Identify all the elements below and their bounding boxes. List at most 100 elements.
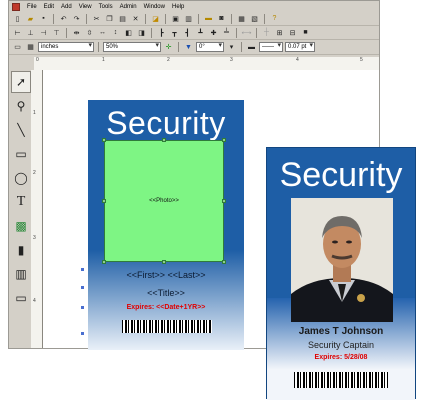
ruler-label: 4 — [296, 57, 299, 63]
crosshair-icon[interactable]: ✛ — [163, 42, 174, 52]
resize-handle[interactable] — [102, 138, 106, 142]
resize-handle[interactable] — [102, 199, 106, 203]
nudge-up-icon[interactable]: ┳ — [169, 28, 180, 38]
resize-handle[interactable] — [222, 260, 226, 264]
center-h-icon[interactable]: ╧ — [221, 28, 232, 38]
undo-icon[interactable]: ↶ — [58, 14, 69, 24]
fill-color-icon[interactable]: ▾ — [226, 42, 237, 52]
rotation-select[interactable]: 0° — [196, 42, 224, 52]
app-icon — [12, 2, 20, 11]
new-icon[interactable]: ▯ — [12, 14, 23, 24]
menu-edit[interactable]: Edit — [44, 4, 54, 10]
open-icon[interactable]: ▰ — [25, 14, 36, 24]
rotate-icon[interactable]: ▼ — [183, 42, 194, 52]
barcode[interactable] — [122, 320, 212, 333]
save-icon[interactable]: ▪ — [38, 14, 49, 24]
snap-icon[interactable]: ┼ — [261, 28, 272, 38]
cut-icon[interactable]: ✂ — [91, 14, 102, 24]
camera-icon[interactable]: ◙ — [216, 14, 227, 24]
line-icon[interactable]: ╲ — [11, 119, 31, 141]
image-icon[interactable]: ▩ — [11, 215, 31, 237]
magstripe-icon[interactable]: ▭ — [11, 287, 31, 309]
menu-help[interactable]: Help — [172, 4, 184, 10]
nudge-right-icon[interactable]: ┫ — [182, 28, 193, 38]
menu-view[interactable]: View — [79, 4, 92, 10]
toolbar-separator — [151, 27, 152, 38]
align-center-icon[interactable]: ⊥ — [25, 28, 36, 38]
align-right-icon[interactable]: ⊣ — [38, 28, 49, 38]
resize-handle[interactable] — [162, 138, 166, 142]
barcode-icon[interactable]: ▮ — [11, 239, 31, 261]
menu-add[interactable]: Add — [61, 4, 72, 10]
properties-icon[interactable]: ◪ — [150, 14, 161, 24]
resize-handle[interactable] — [102, 260, 106, 264]
title-field[interactable]: <<Title>> — [88, 288, 244, 298]
format-toolbar: ▭ ▦ inches 50% ✛ ▼ 0° ▾ ▬ —— 0.07 pt — [9, 40, 379, 55]
ruler-label: 1 — [33, 110, 36, 116]
toolbar-separator — [264, 13, 265, 24]
copy-icon[interactable]: ❐ — [104, 14, 115, 24]
line-color-icon[interactable]: ▬ — [246, 42, 257, 52]
print-preview-icon[interactable]: ▣ — [170, 14, 181, 24]
resize-handle[interactable] — [222, 199, 226, 203]
center-cross-icon[interactable]: ✚ — [208, 28, 219, 38]
same-height-icon[interactable]: ↕ — [110, 28, 121, 38]
menu-tools[interactable]: Tools — [99, 4, 113, 10]
database-icon[interactable]: ▬ — [203, 14, 214, 24]
bring-front-icon[interactable]: ◧ — [123, 28, 134, 38]
name-field[interactable]: <<First>> <<Last>> — [88, 270, 244, 280]
nudge-down-icon[interactable]: ┻ — [195, 28, 206, 38]
redo-icon[interactable]: ↷ — [71, 14, 82, 24]
photo-placeholder[interactable]: <<Photo>> — [104, 140, 224, 262]
ruler-toggle-icon[interactable]: ▭ — [12, 42, 23, 52]
grid-icon[interactable]: ▧ — [249, 14, 260, 24]
line-width-select[interactable]: 0.07 pt — [285, 42, 315, 52]
send-back-icon[interactable]: ◨ — [136, 28, 147, 38]
ruler-label: 2 — [33, 170, 36, 176]
select-arrow-icon[interactable]: ➚ — [11, 71, 31, 93]
menu-admin[interactable]: Admin — [120, 4, 137, 10]
menu-file[interactable]: File — [27, 4, 37, 10]
resize-handle[interactable] — [222, 138, 226, 142]
employee-photo — [291, 198, 393, 322]
align-left-icon[interactable]: ⊢ — [12, 28, 23, 38]
menu-window[interactable]: Window — [144, 4, 165, 10]
design-badge[interactable]: Security <<Photo>> <<First>> <<Last>> <<… — [81, 100, 244, 350]
distribute-v-icon[interactable]: ⇳ — [84, 28, 95, 38]
toolbar-separator — [236, 27, 237, 38]
delete-icon[interactable]: ✕ — [130, 14, 141, 24]
units-select[interactable]: inches — [38, 42, 94, 52]
zoom-magnifier-icon[interactable]: ⚲ — [11, 95, 31, 117]
line-style-select[interactable]: —— — [259, 42, 283, 52]
same-width-icon[interactable]: ↔ — [97, 28, 108, 38]
rectangle-icon[interactable]: ▭ — [11, 143, 31, 165]
ruler-label: 2 — [167, 57, 170, 63]
layout-icon[interactable]: ▦ — [236, 14, 247, 24]
badge-gradient — [88, 250, 244, 350]
ungroup-icon[interactable]: ⊟ — [287, 28, 298, 38]
grid-toggle-icon[interactable]: ▦ — [25, 42, 36, 52]
distribute-h-icon[interactable]: ⇹ — [71, 28, 82, 38]
print-icon[interactable]: ▥ — [183, 14, 194, 24]
menu-bar: File Edit Add View Tools Admin Window He… — [9, 1, 379, 12]
toolbar-separator — [66, 27, 67, 38]
toolbar-separator — [86, 13, 87, 24]
ellipse-icon[interactable]: ◯ — [11, 167, 31, 189]
expiration-date: Expires: 5/28/08 — [314, 354, 368, 361]
help-icon[interactable]: ? — [269, 14, 280, 24]
text-icon[interactable]: T — [11, 191, 31, 213]
badge-title[interactable]: Security — [88, 105, 244, 142]
employee-role: Security Captain — [307, 340, 375, 350]
resize-handle[interactable] — [162, 260, 166, 264]
toolbar-separator — [231, 13, 232, 24]
align-top-icon[interactable]: ⊤ — [51, 28, 62, 38]
barcode2-icon[interactable]: ▥ — [11, 263, 31, 285]
photo-placeholder-label: <<Photo>> — [149, 198, 179, 204]
group-icon[interactable]: ⊞ — [274, 28, 285, 38]
width-arrows-icon[interactable]: ⟷ — [241, 28, 252, 38]
expires-field[interactable]: Expires: <<Date+1YR>> — [88, 304, 244, 311]
zoom-select[interactable]: 50% — [103, 42, 161, 52]
paste-icon[interactable]: ▤ — [117, 14, 128, 24]
lock-icon[interactable]: ■ — [300, 28, 311, 38]
nudge-left-icon[interactable]: ┣ — [156, 28, 167, 38]
